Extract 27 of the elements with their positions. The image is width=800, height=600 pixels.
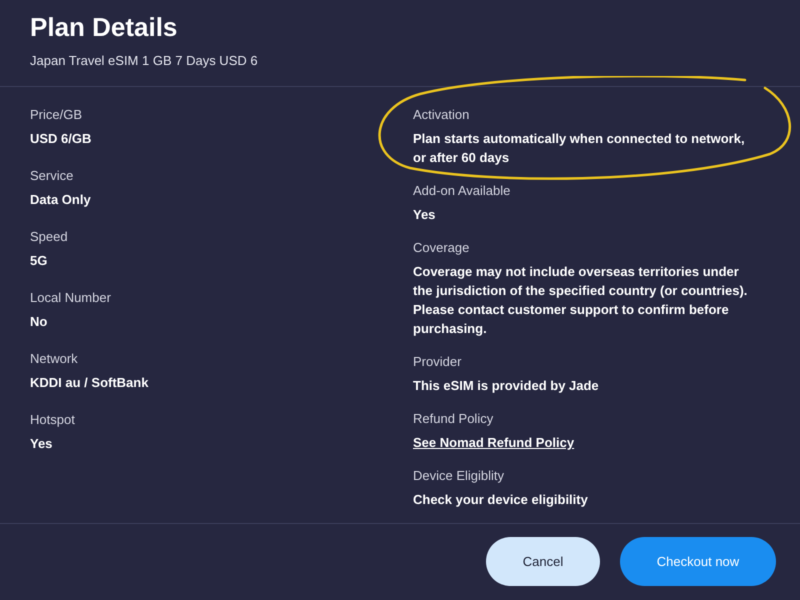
detail-label: Refund Policy bbox=[413, 410, 494, 428]
plan-subtitle: Japan Travel eSIM 1 GB 7 Days USD 6 bbox=[30, 52, 259, 70]
detail-label: Local Number bbox=[30, 288, 112, 307]
detail-label: Activation bbox=[413, 106, 470, 124]
detail-label: Hotspot bbox=[30, 410, 76, 429]
detail-value: No bbox=[30, 312, 48, 331]
detail-value: 5G bbox=[30, 252, 48, 270]
detail-label: Network bbox=[30, 350, 79, 368]
detail-label: Price/GB bbox=[30, 106, 84, 124]
detail-label: Add-on Available bbox=[413, 182, 512, 200]
detail-value: Yes bbox=[413, 206, 436, 224]
refund-policy-link[interactable]: See Nomad Refund Policy bbox=[413, 432, 574, 452]
detail-label: Speed bbox=[30, 228, 69, 246]
detail-value: Plan starts automatically when connected to network, or after 60 days bbox=[413, 130, 746, 167]
detail-value: This eSIM is provided by Jade bbox=[413, 376, 600, 395]
page-title: Plan Details bbox=[30, 11, 178, 44]
detail-value: KDDI au / SoftBank bbox=[30, 374, 150, 392]
detail-label: Device Eligiblity bbox=[413, 466, 506, 485]
detail-value: USD 6/GB bbox=[30, 130, 92, 148]
detail-value: Data Only bbox=[30, 190, 92, 209]
detail-value: Yes bbox=[30, 434, 54, 453]
cancel-button[interactable]: Cancel bbox=[486, 537, 600, 586]
detail-value: Check your device eligibility bbox=[413, 490, 589, 509]
detail-label: Provider bbox=[413, 352, 462, 371]
detail-value: Coverage may not include overseas territories under the jurisdiction of the specified country (or countries). Please contact customer support to confirm before purchasing. bbox=[413, 262, 748, 338]
detail-label: Service bbox=[30, 166, 74, 185]
detail-label: Coverage bbox=[413, 238, 470, 257]
